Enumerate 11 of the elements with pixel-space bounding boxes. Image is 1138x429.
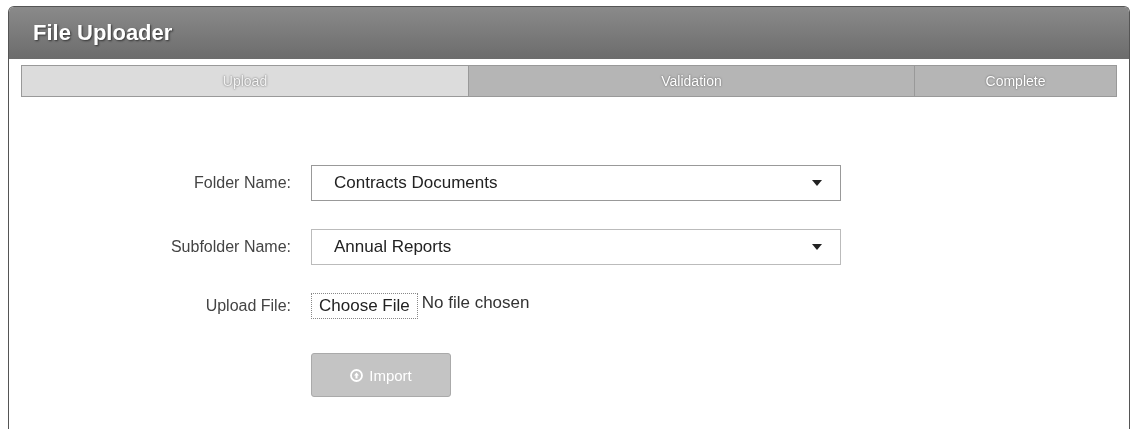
caret-icon <box>812 244 822 250</box>
window-title: File Uploader <box>9 7 1129 59</box>
dropdown-field[interactable]: Contracts Documents <box>311 165 841 201</box>
field-label: Folder Name: <box>193 174 291 192</box>
field-label: Subfolder Name: <box>169 238 291 256</box>
caret-icon <box>812 180 822 186</box>
field-label: Upload File: <box>204 297 291 315</box>
upload-icon <box>350 368 364 382</box>
dropdown-field[interactable]: Annual Reports <box>311 229 841 265</box>
file-status: No file chosen <box>421 293 530 313</box>
choose-file-button[interactable]: Choose File <box>311 293 418 319</box>
